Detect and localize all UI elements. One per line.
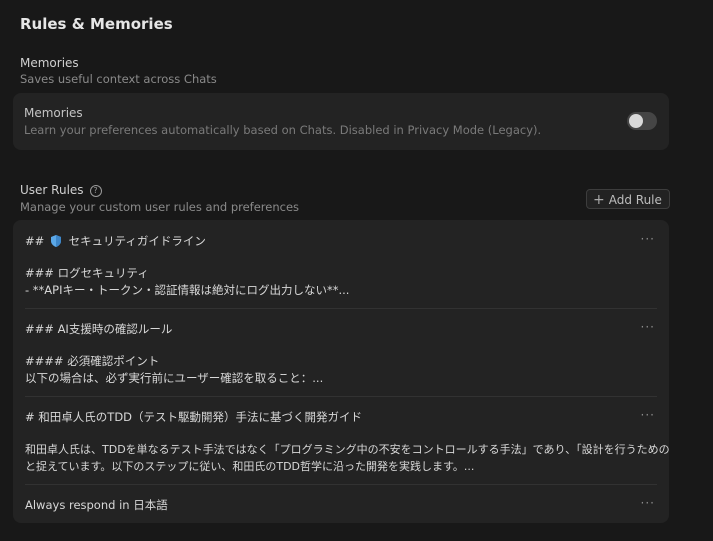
help-icon[interactable]: ? bbox=[89, 185, 102, 197]
memories-card-description: Learn your preferences automatically bas… bbox=[24, 123, 542, 137]
rule-line: 以下の場合は、必ず実行前にユーザー確認を取ること：... bbox=[25, 371, 324, 385]
shield-icon bbox=[50, 235, 61, 247]
toggle-knob bbox=[629, 114, 643, 128]
user-rules-section-description: Manage your custom user rules and prefer… bbox=[20, 200, 300, 214]
user-rules-title-text: User Rules bbox=[20, 183, 84, 197]
rule-line: ### ログセキュリティ bbox=[25, 266, 149, 280]
rule-heading: ### AI支援時の確認ルール bbox=[25, 322, 173, 336]
rule-line: - **APIキー・トークン・認証情報は絶対にログ出力しない**... bbox=[25, 283, 350, 297]
memories-card: Memories Learn your preferences automati… bbox=[13, 93, 669, 150]
rule-item[interactable]: ### AI支援時の確認ルール ··· #### 必須確認ポイント 以下の場合は… bbox=[13, 309, 669, 396]
rule-item[interactable]: ## セキュリティガイドライン ··· ### ログセキュリティ - **API… bbox=[13, 220, 669, 308]
rule-line: と捉えています。以下のステップに従い、和田氏のTDD哲学に沿った開発を実践します… bbox=[25, 460, 475, 473]
page-title: Rules & Memories bbox=[20, 15, 173, 33]
memories-card-title: Memories bbox=[24, 106, 83, 120]
rule-line: #### 必須確認ポイント bbox=[25, 354, 160, 368]
plus-icon: + bbox=[593, 192, 605, 208]
more-options-icon[interactable]: ··· bbox=[641, 408, 655, 422]
more-options-icon[interactable]: ··· bbox=[641, 320, 655, 334]
memories-section-description: Saves useful context across Chats bbox=[20, 72, 217, 86]
rules-memories-page: Rules & Memories Memories Saves useful c… bbox=[0, 0, 713, 541]
more-options-icon[interactable]: ··· bbox=[641, 496, 655, 510]
rule-line: 和田卓人氏は、TDDを単なるテスト手法ではなく「プログラミング中の不安をコントロ… bbox=[25, 443, 669, 456]
rule-item[interactable]: Always respond in 日本語 ··· bbox=[13, 485, 669, 523]
add-rule-button[interactable]: + Add Rule bbox=[586, 189, 670, 209]
rule-heading: # 和田卓人氏のTDD（テスト駆動開発）手法に基づく開発ガイド bbox=[25, 410, 363, 424]
rule-heading: ## セキュリティガイドライン bbox=[25, 233, 206, 249]
memories-toggle[interactable] bbox=[627, 112, 657, 130]
more-options-icon[interactable]: ··· bbox=[641, 232, 655, 246]
user-rules-list: ## セキュリティガイドライン ··· ### ログセキュリティ - **API… bbox=[13, 220, 669, 523]
rule-heading-text: セキュリティガイドライン bbox=[68, 234, 206, 248]
rule-heading-prefix: ## bbox=[25, 234, 45, 248]
user-rules-section-title: User Rules? bbox=[20, 183, 102, 197]
add-rule-label: Add Rule bbox=[608, 193, 662, 207]
memories-section-title: Memories bbox=[20, 56, 79, 70]
rule-item[interactable]: # 和田卓人氏のTDD（テスト駆動開発）手法に基づく開発ガイド ··· 和田卓人… bbox=[13, 397, 669, 484]
rule-heading: Always respond in 日本語 bbox=[25, 498, 168, 512]
